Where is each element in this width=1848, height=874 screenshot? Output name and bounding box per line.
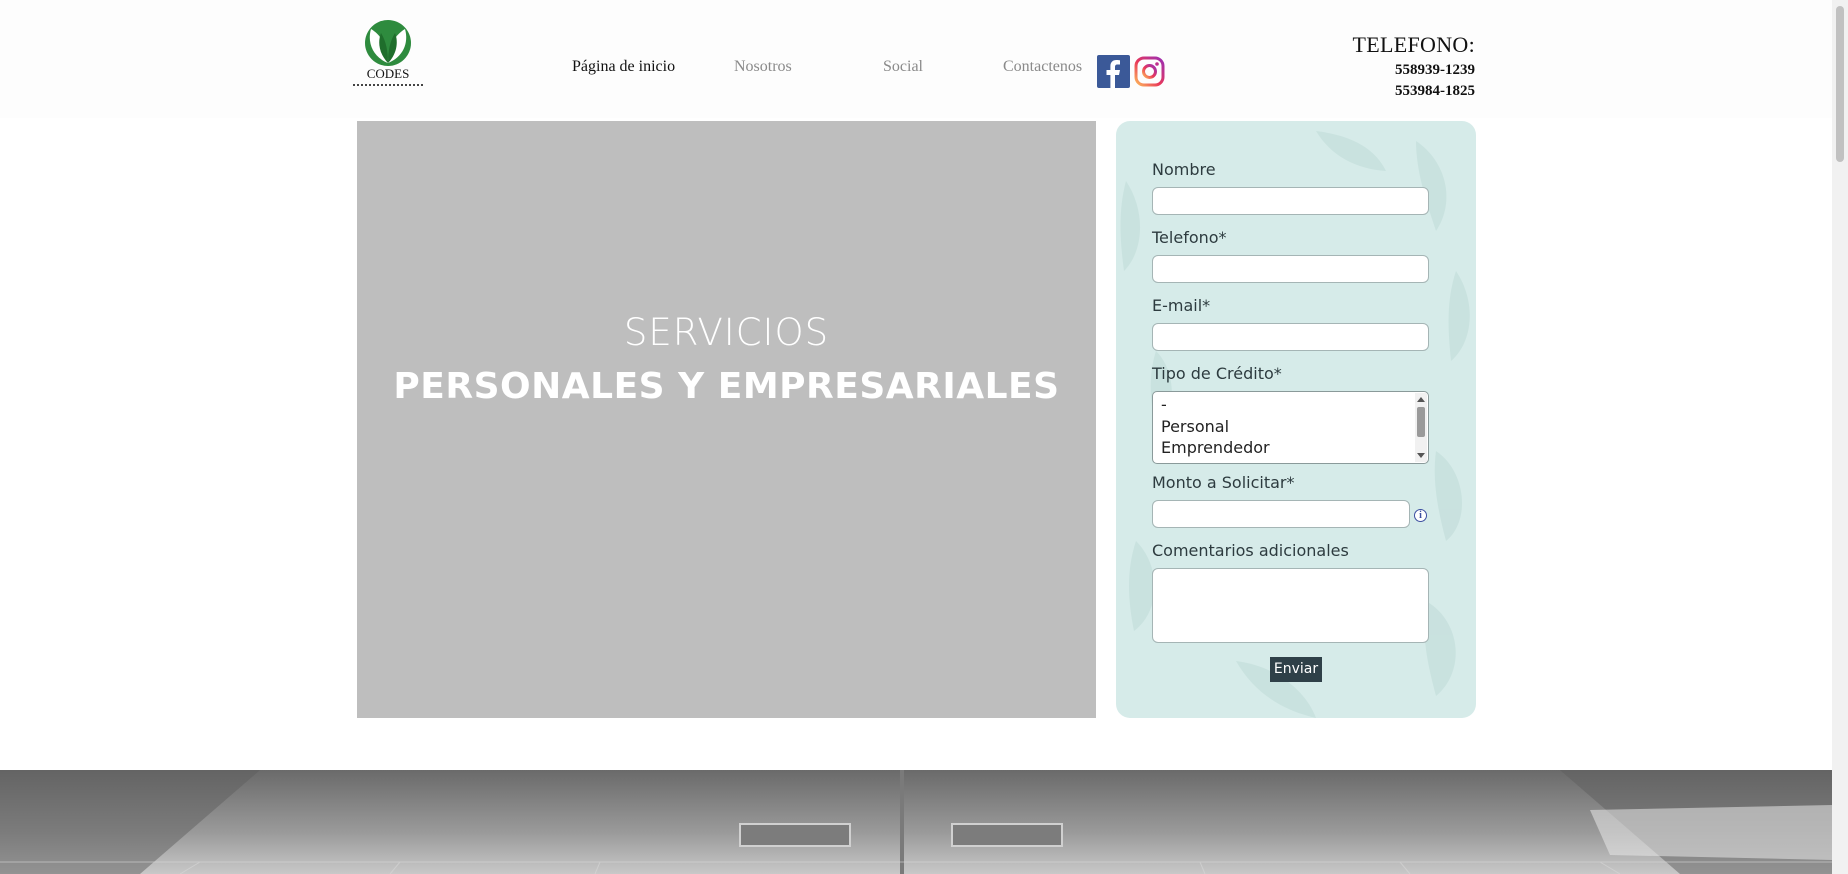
hero-title: SERVICIOS xyxy=(623,311,830,354)
building-photo xyxy=(0,770,1832,874)
nombre-label: Nombre xyxy=(1152,160,1216,179)
phone-number-1[interactable]: 558939-1239 xyxy=(1353,62,1475,79)
comentarios-textarea[interactable] xyxy=(1152,568,1429,643)
scroll-up-icon[interactable] xyxy=(1417,397,1425,402)
monto-input[interactable] xyxy=(1152,500,1410,528)
phone-title: TELEFONO: xyxy=(1352,32,1475,57)
logo-text: CODES xyxy=(366,66,410,81)
page-scroll-thumb[interactable] xyxy=(1836,6,1844,162)
tipo-credito-label: Tipo de Crédito* xyxy=(1152,364,1282,383)
enviar-button[interactable]: Enviar xyxy=(1270,657,1322,682)
email-input[interactable] xyxy=(1152,323,1429,351)
page-scrollbar[interactable] xyxy=(1832,0,1848,874)
info-icon[interactable]: i xyxy=(1414,509,1427,522)
nav-item-contactenos[interactable]: Contactenos xyxy=(1003,58,1082,76)
building-photo-banner xyxy=(0,770,1832,874)
telefono-label: Telefono* xyxy=(1152,228,1227,247)
nav-item-nosotros[interactable]: Nosotros xyxy=(734,58,792,76)
listbox-option[interactable]: Personal xyxy=(1161,417,1229,436)
hero-subtitle: PERSONALES Y EMPRESARIALES xyxy=(393,366,1060,407)
nombre-input[interactable] xyxy=(1152,187,1429,215)
listbox-option[interactable]: Emprendedor xyxy=(1161,438,1270,457)
tipo-credito-listbox[interactable]: - Personal Emprendedor xyxy=(1152,391,1429,464)
monto-label: Monto a Solicitar* xyxy=(1152,473,1295,492)
email-label: E-mail* xyxy=(1152,296,1211,315)
listbox-option[interactable]: - xyxy=(1161,395,1167,414)
telefono-input[interactable] xyxy=(1152,255,1429,283)
nav-item-social[interactable]: Social xyxy=(883,58,923,76)
scroll-thumb[interactable] xyxy=(1417,407,1425,437)
comentarios-label: Comentarios adicionales xyxy=(1152,541,1349,560)
hero-banner: SERVICIOS PERSONALES Y EMPRESARIALES xyxy=(357,121,1096,718)
nav-item-inicio[interactable]: Página de inicio xyxy=(572,58,675,76)
listbox-scrollbar[interactable] xyxy=(1415,393,1427,462)
company-logo[interactable]: CODES xyxy=(353,19,423,95)
scroll-down-icon[interactable] xyxy=(1417,453,1425,458)
facebook-icon[interactable] xyxy=(1097,55,1130,88)
instagram-icon[interactable] xyxy=(1133,55,1166,88)
credit-request-form: Nombre Telefono* E-mail* Tipo de Crédito… xyxy=(1116,121,1476,718)
site-header: CODES Página de inicio Nosotros Social C… xyxy=(0,0,1832,118)
logo-tagline xyxy=(353,84,423,90)
phone-block: TELEFONO: 558939-1239 553984-1825 xyxy=(1353,32,1475,100)
phone-number-2[interactable]: 553984-1825 xyxy=(1353,83,1475,100)
